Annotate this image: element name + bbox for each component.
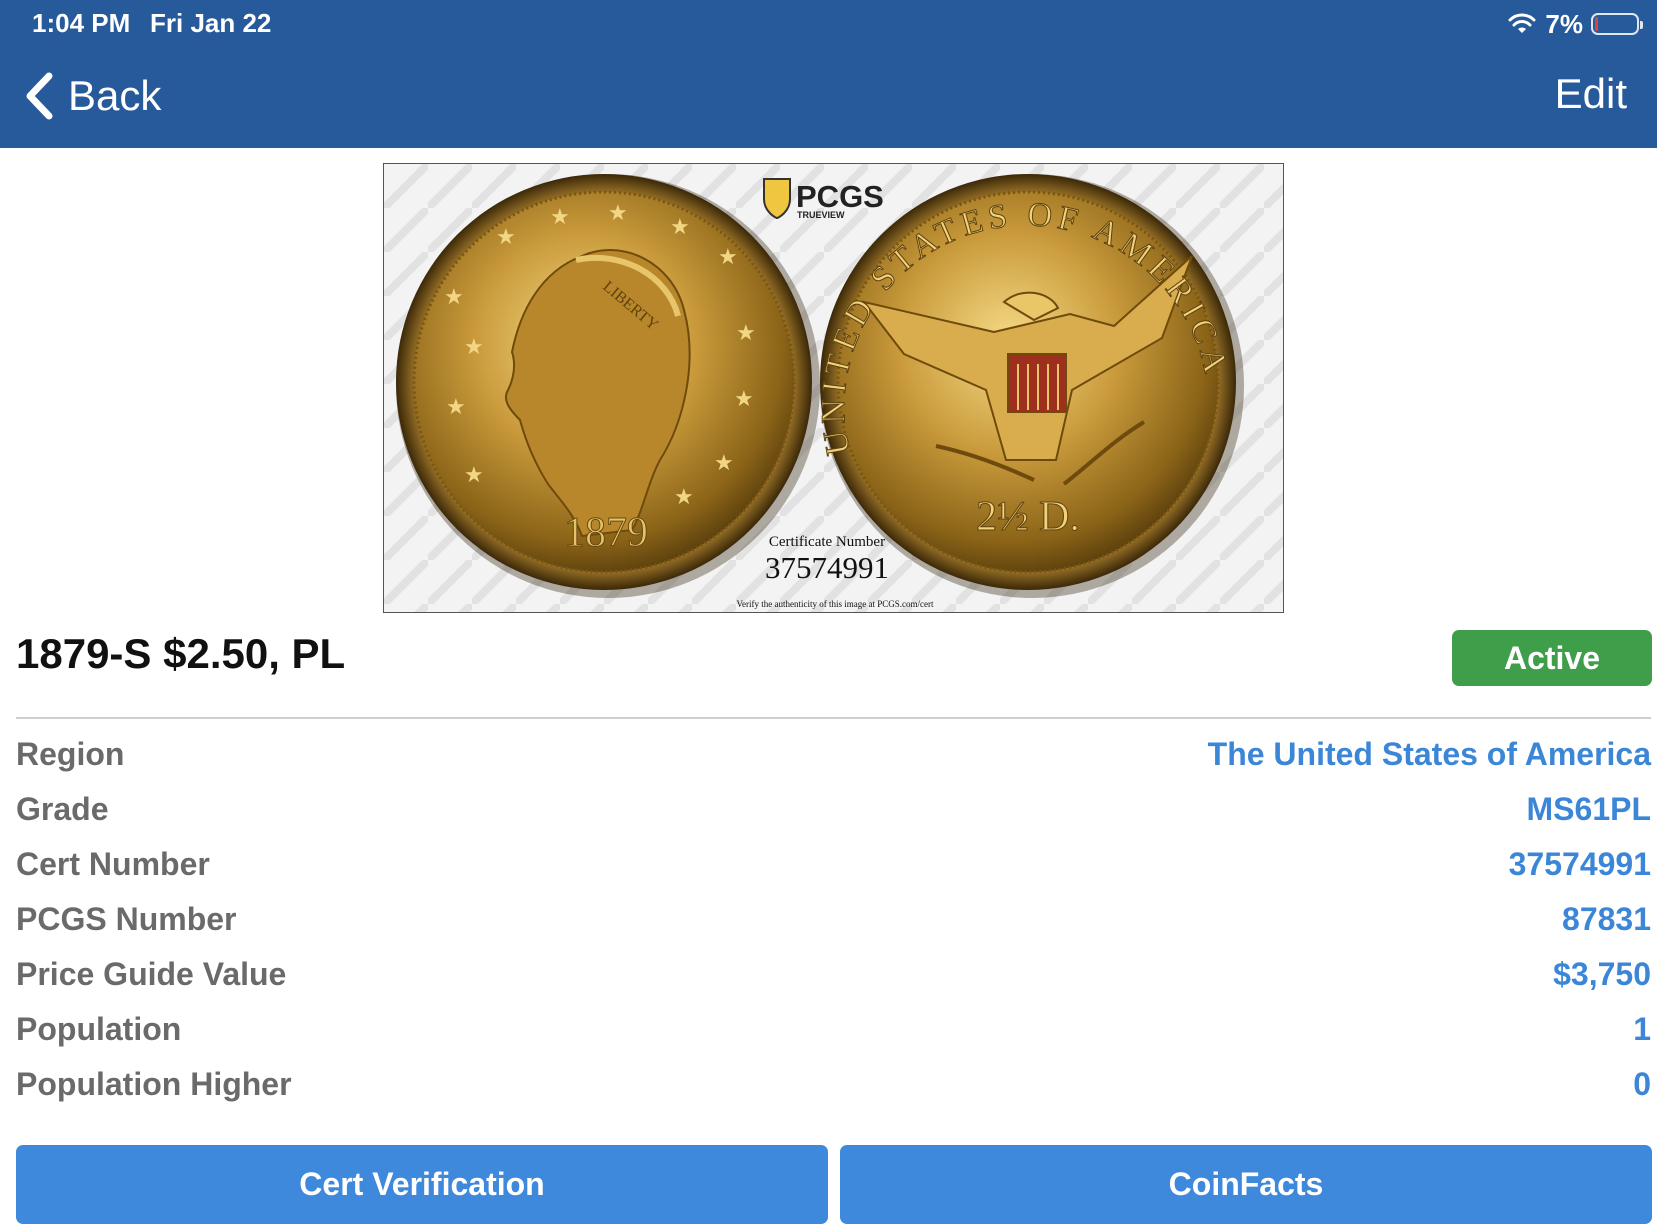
svg-text:★: ★	[714, 451, 734, 476]
svg-text:★: ★	[736, 321, 756, 346]
cert-verification-button[interactable]: Cert Verification	[16, 1145, 828, 1224]
reverse-denomination: 2½ D.	[976, 494, 1080, 540]
population-value[interactable]: 1	[1633, 1011, 1651, 1048]
detail-row-population-higher: Population Higher 0	[16, 1057, 1651, 1112]
coin-photo: LIBERTY ★★★ ★★ ★ ★★★ ★★★★ 1879 UNITED ST…	[384, 164, 1283, 612]
price-guide-value[interactable]: $3,750	[1553, 956, 1651, 993]
svg-text:★: ★	[464, 463, 484, 488]
status-time: 1:04 PM	[32, 8, 131, 38]
detail-row-cert-number: Cert Number 37574991	[16, 837, 1651, 892]
chevron-left-icon	[26, 72, 53, 120]
detail-row-price-guide: Price Guide Value $3,750	[16, 947, 1651, 1002]
detail-row-population: Population 1	[16, 1002, 1651, 1057]
battery-percent: 7%	[1545, 8, 1583, 39]
svg-text:★: ★	[444, 285, 464, 310]
detail-row-grade: Grade MS61PL	[16, 782, 1651, 837]
svg-text:★: ★	[464, 335, 484, 360]
grade-label: Grade	[16, 791, 109, 827]
status-date: Fri Jan 22	[150, 8, 272, 38]
grade-value[interactable]: MS61PL	[1527, 791, 1651, 828]
svg-text:★: ★	[670, 215, 690, 240]
population-higher-value[interactable]: 0	[1633, 1066, 1651, 1103]
coin-image: LIBERTY ★ ★ ★ ★ ★ ★ ★ ★ ★ ★ ★ ★ ★ 1879 U…	[383, 163, 1284, 613]
coin-details: Region The United States of America Grad…	[16, 727, 1651, 1112]
svg-text:★: ★	[446, 395, 466, 420]
verify-text: Verify the authenticity of this image at…	[737, 599, 934, 609]
pcgs-logo: PCGS TRUEVIEW	[763, 178, 884, 220]
certificate-caption: Certificate Number	[769, 534, 885, 550]
population-higher-label: Population Higher	[16, 1066, 292, 1102]
obverse-year: 1879	[564, 510, 648, 556]
pcgs-number-value[interactable]: 87831	[1562, 901, 1651, 938]
battery-icon	[1591, 13, 1643, 35]
coin-title: 1879-S $2.50, PL	[16, 630, 346, 677]
svg-text:★: ★	[550, 205, 570, 230]
back-button[interactable]: Back	[24, 66, 161, 126]
coinfacts-button[interactable]: CoinFacts	[840, 1145, 1652, 1224]
certificate-number-image: 37574991	[765, 550, 889, 585]
status-badge: Active	[1452, 630, 1652, 686]
svg-text:★: ★	[496, 225, 516, 250]
svg-text:★: ★	[734, 387, 754, 412]
svg-text:★: ★	[608, 201, 628, 226]
divider	[16, 717, 1651, 719]
price-guide-label: Price Guide Value	[16, 956, 287, 992]
edit-button[interactable]: Edit	[1555, 70, 1627, 118]
svg-text:★: ★	[718, 245, 738, 270]
battery-level	[1595, 17, 1598, 31]
cert-number-label: Cert Number	[16, 846, 210, 882]
navigation-bar: 1:04 PM Fri Jan 22 7% Back Edit	[0, 0, 1657, 148]
pcgs-logo-text: PCGS	[796, 179, 884, 214]
population-label: Population	[16, 1011, 182, 1047]
status-indicators: 7%	[1507, 8, 1643, 40]
pcgs-number-label: PCGS Number	[16, 901, 237, 937]
wifi-icon	[1508, 13, 1536, 33]
detail-row-pcgs-number: PCGS Number 87831	[16, 892, 1651, 947]
back-label: Back	[68, 72, 162, 119]
region-label: Region	[16, 736, 125, 772]
trueview-text: TRUEVIEW	[797, 210, 845, 220]
region-link[interactable]: The United States of America	[1208, 736, 1651, 773]
detail-row-region: Region The United States of America	[16, 727, 1651, 782]
svg-text:★: ★	[674, 485, 694, 510]
obverse-coin: LIBERTY ★★★ ★★ ★ ★★★ ★★★★ 1879	[396, 174, 820, 598]
cert-number-value[interactable]: 37574991	[1509, 846, 1651, 883]
